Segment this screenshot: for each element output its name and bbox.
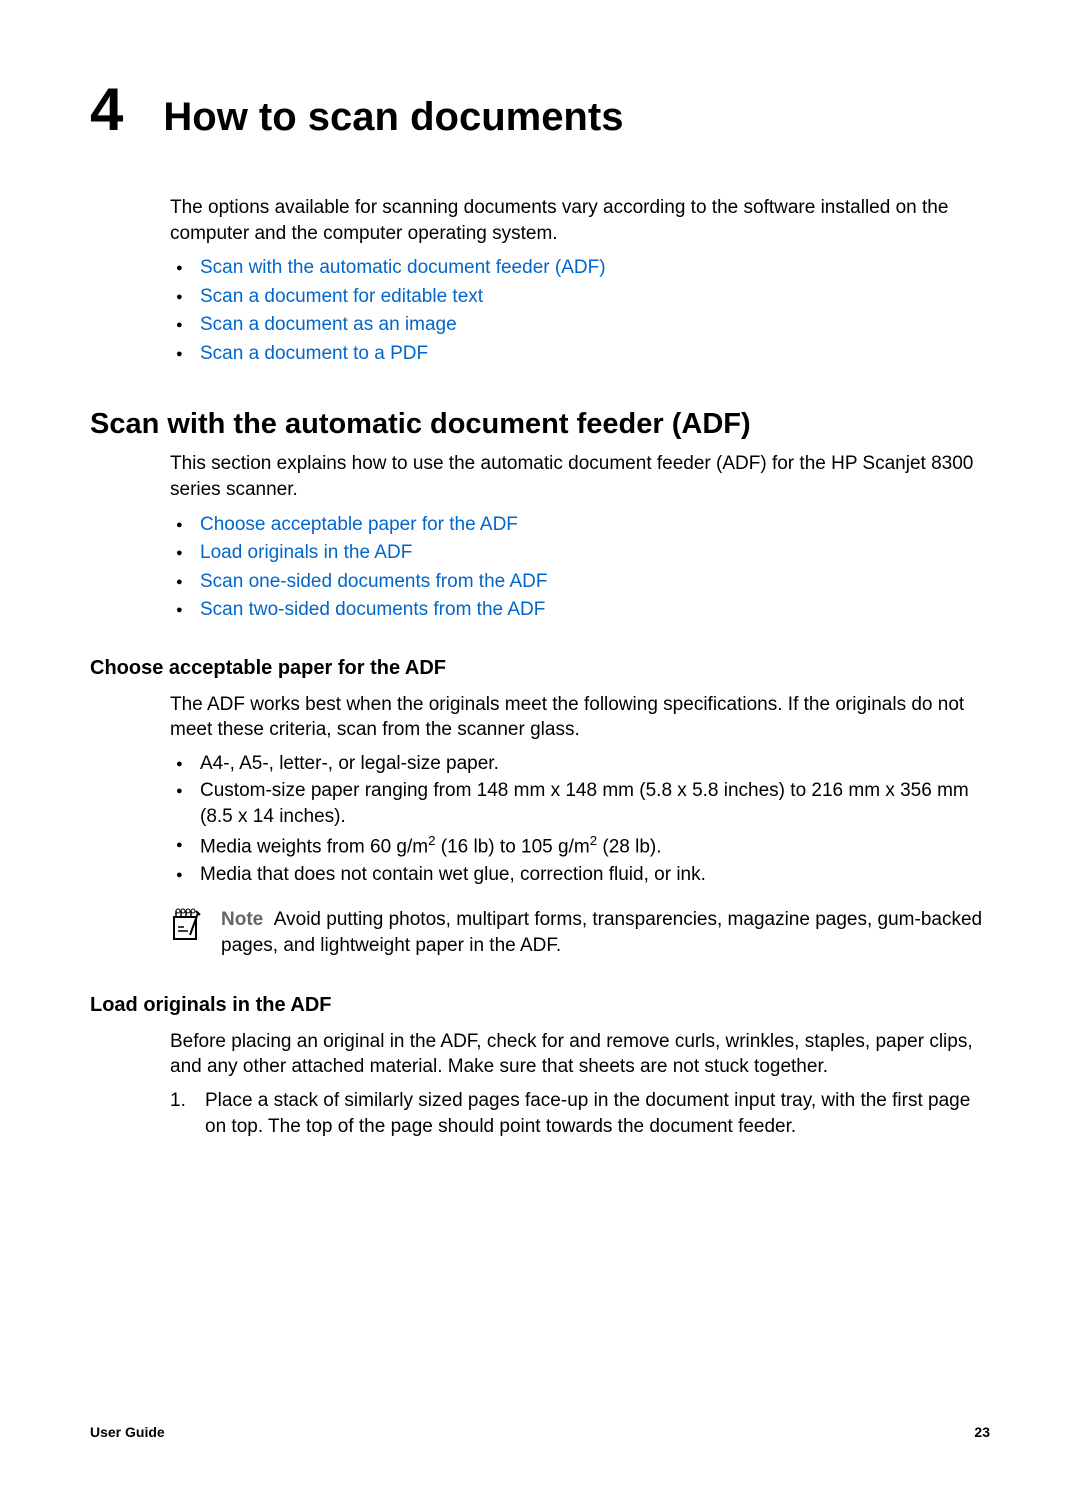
footer-page-number: 23	[974, 1424, 990, 1440]
subsection-load-originals: Load originals in the ADF Before placing…	[90, 994, 990, 1140]
section-text: This section explains how to use the aut…	[170, 451, 990, 502]
subsection-heading: Choose acceptable paper for the ADF	[90, 657, 990, 680]
list-item: Scan a document for editable text	[170, 283, 990, 312]
link-scan-one-sided[interactable]: Scan one-sided documents from the ADF	[200, 571, 547, 592]
list-item: Scan a document as an image	[170, 311, 990, 340]
chapter-number: 4	[90, 80, 123, 140]
footer-left: User Guide	[90, 1424, 165, 1440]
subsection-body: The ADF works best when the originals me…	[170, 692, 990, 959]
chapter-header: 4 How to scan documents	[90, 80, 990, 140]
superscript: 2	[590, 833, 597, 848]
note-label: Note	[221, 909, 263, 930]
chapter-title: How to scan documents	[163, 95, 623, 140]
section-heading-adf: Scan with the automatic document feeder …	[90, 408, 990, 441]
bullet-text: Custom-size paper ranging from 148 mm x …	[200, 780, 969, 827]
steps-list: 1. Place a stack of similarly sized pages…	[170, 1088, 990, 1139]
list-item: Scan two-sided documents from the ADF	[170, 596, 990, 625]
list-item: Scan with the automatic document feeder …	[170, 254, 990, 283]
link-choose-paper[interactable]: Choose acceptable paper for the ADF	[200, 514, 518, 535]
link-scan-as-image[interactable]: Scan a document as an image	[200, 314, 457, 335]
note-icon	[170, 907, 206, 943]
section-body: This section explains how to use the aut…	[170, 451, 990, 624]
bullet-text: A4-, A5-, letter-, or legal-size paper.	[200, 753, 499, 774]
step-text: Place a stack of similarly sized pages f…	[205, 1090, 970, 1137]
link-scan-editable-text[interactable]: Scan a document for editable text	[200, 286, 483, 307]
intro-link-list: Scan with the automatic document feeder …	[170, 254, 990, 368]
list-item: Custom-size paper ranging from 148 mm x …	[170, 778, 990, 829]
bullet-text-part: Media weights from 60 g/m	[200, 836, 428, 857]
intro-block: The options available for scanning docum…	[170, 195, 990, 368]
bullet-text-part: (16 lb) to 105 g/m	[436, 836, 590, 857]
subsection-choose-paper: Choose acceptable paper for the ADF The …	[90, 657, 990, 959]
superscript: 2	[428, 833, 435, 848]
link-scan-two-sided[interactable]: Scan two-sided documents from the ADF	[200, 599, 545, 620]
link-scan-adf[interactable]: Scan with the automatic document feeder …	[200, 257, 606, 278]
list-item: A4-, A5-, letter-, or legal-size paper.	[170, 751, 990, 777]
subsection-text: The ADF works best when the originals me…	[170, 692, 990, 743]
intro-text: The options available for scanning docum…	[170, 195, 990, 246]
link-scan-to-pdf[interactable]: Scan a document to a PDF	[200, 343, 428, 364]
subsection-heading: Load originals in the ADF	[90, 994, 990, 1017]
bullet-text-part: (28 lb).	[597, 836, 661, 857]
page-footer: User Guide 23	[90, 1424, 990, 1440]
list-item: Media weights from 60 g/m2 (16 lb) to 10…	[170, 832, 990, 860]
list-item: Choose acceptable paper for the ADF	[170, 511, 990, 540]
subsection-body: Before placing an original in the ADF, c…	[170, 1029, 990, 1140]
note-body: Avoid putting photos, multipart forms, t…	[221, 909, 982, 956]
bullet-text: Media that does not contain wet glue, co…	[200, 864, 706, 885]
list-item: Media that does not contain wet glue, co…	[170, 862, 990, 888]
step-item: 1. Place a stack of similarly sized pages…	[170, 1088, 990, 1139]
section-link-list: Choose acceptable paper for the ADF Load…	[170, 511, 990, 625]
list-item: Scan one-sided documents from the ADF	[170, 568, 990, 597]
link-load-originals[interactable]: Load originals in the ADF	[200, 542, 412, 563]
spec-bullet-list: A4-, A5-, letter-, or legal-size paper. …	[170, 751, 990, 888]
list-item: Load originals in the ADF	[170, 539, 990, 568]
step-number: 1.	[170, 1088, 186, 1114]
subsection-text: Before placing an original in the ADF, c…	[170, 1029, 990, 1080]
note-block: Note Avoid putting photos, multipart for…	[170, 907, 990, 958]
list-item: Scan a document to a PDF	[170, 340, 990, 369]
note-text-content: Note Avoid putting photos, multipart for…	[221, 907, 990, 958]
